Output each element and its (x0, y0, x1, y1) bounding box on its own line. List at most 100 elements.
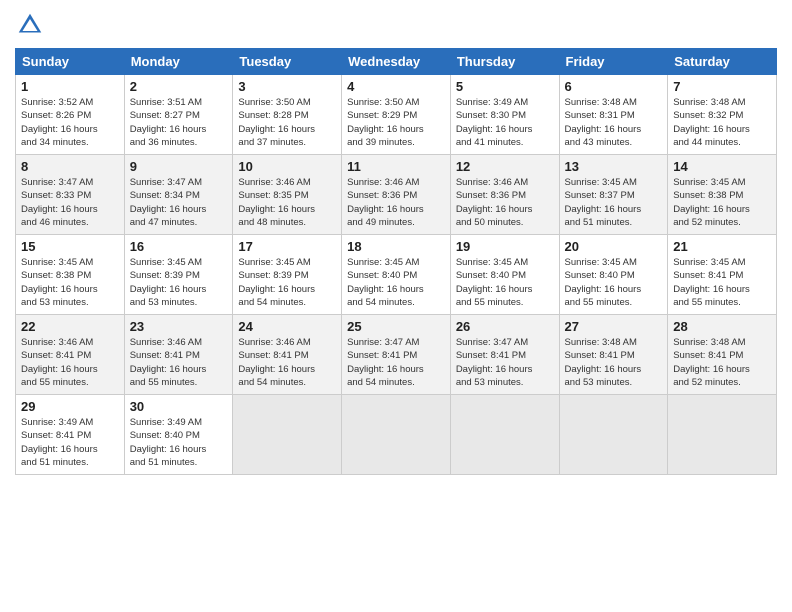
day-info: Sunrise: 3:46 AM Sunset: 8:41 PM Dayligh… (130, 336, 228, 389)
day-info: Sunrise: 3:48 AM Sunset: 8:41 PM Dayligh… (565, 336, 663, 389)
day-cell: 18Sunrise: 3:45 AM Sunset: 8:40 PM Dayli… (342, 235, 451, 315)
day-number: 19 (456, 239, 554, 254)
day-info: Sunrise: 3:51 AM Sunset: 8:27 PM Dayligh… (130, 96, 228, 149)
page: SundayMondayTuesdayWednesdayThursdayFrid… (0, 0, 792, 612)
logo (15, 10, 49, 40)
day-cell (450, 395, 559, 475)
day-cell: 1 Sunrise: 3:52 AM Sunset: 8:26 PM Daylig… (16, 75, 125, 155)
day-header-sunday: Sunday (16, 49, 125, 75)
day-cell (668, 395, 777, 475)
day-cell: 2 Sunrise: 3:51 AM Sunset: 8:27 PM Daylig… (124, 75, 233, 155)
header-row: SundayMondayTuesdayWednesdayThursdayFrid… (16, 49, 777, 75)
day-cell: 27Sunrise: 3:48 AM Sunset: 8:41 PM Dayli… (559, 315, 668, 395)
day-info: Sunrise: 3:47 AM Sunset: 8:33 PM Dayligh… (21, 176, 119, 229)
day-number: 14 (673, 159, 771, 174)
day-cell (233, 395, 342, 475)
header (15, 10, 777, 40)
day-number: 28 (673, 319, 771, 334)
day-info: Sunrise: 3:45 AM Sunset: 8:38 PM Dayligh… (21, 256, 119, 309)
day-header-wednesday: Wednesday (342, 49, 451, 75)
day-cell: 10 Sunrise: 3:46 AM Sunset: 8:35 PM Dayli… (233, 155, 342, 235)
week-row-3: 15 Sunrise: 3:45 AM Sunset: 8:38 PM Dayli… (16, 235, 777, 315)
week-row-1: 1 Sunrise: 3:52 AM Sunset: 8:26 PM Daylig… (16, 75, 777, 155)
day-cell: 3 Sunrise: 3:50 AM Sunset: 8:28 PM Daylig… (233, 75, 342, 155)
day-number: 7 (673, 79, 771, 94)
day-number: 17 (238, 239, 336, 254)
day-cell: 20 Sunrise: 3:45 AM Sunset: 8:40 PM Dayli… (559, 235, 668, 315)
day-cell: 23 Sunrise: 3:46 AM Sunset: 8:41 PM Dayli… (124, 315, 233, 395)
logo-icon (15, 10, 45, 40)
day-number: 11 (347, 159, 445, 174)
day-info: Sunrise: 3:46 AM Sunset: 8:36 PM Dayligh… (456, 176, 554, 229)
calendar: SundayMondayTuesdayWednesdayThursdayFrid… (15, 48, 777, 475)
day-cell: 12 Sunrise: 3:46 AM Sunset: 8:36 PM Dayli… (450, 155, 559, 235)
day-cell: 9 Sunrise: 3:47 AM Sunset: 8:34 PM Daylig… (124, 155, 233, 235)
day-cell: 14 Sunrise: 3:45 AM Sunset: 8:38 PM Dayli… (668, 155, 777, 235)
day-info: Sunrise: 3:46 AM Sunset: 8:35 PM Dayligh… (238, 176, 336, 229)
day-cell (559, 395, 668, 475)
day-info: Sunrise: 3:45 AM Sunset: 8:40 PM Dayligh… (347, 256, 445, 309)
day-info: Sunrise: 3:45 AM Sunset: 8:41 PM Dayligh… (673, 256, 771, 309)
day-info: Sunrise: 3:45 AM Sunset: 8:40 PM Dayligh… (565, 256, 663, 309)
week-row-5: 29 Sunrise: 3:49 AM Sunset: 8:41 PM Dayli… (16, 395, 777, 475)
day-cell: 24 Sunrise: 3:46 AM Sunset: 8:41 PM Dayli… (233, 315, 342, 395)
day-cell: 19 Sunrise: 3:45 AM Sunset: 8:40 PM Dayli… (450, 235, 559, 315)
day-info: Sunrise: 3:48 AM Sunset: 8:32 PM Dayligh… (673, 96, 771, 149)
day-info: Sunrise: 3:50 AM Sunset: 8:28 PM Dayligh… (238, 96, 336, 149)
day-cell (342, 395, 451, 475)
day-info: Sunrise: 3:45 AM Sunset: 8:38 PM Dayligh… (673, 176, 771, 229)
day-cell: 6Sunrise: 3:48 AM Sunset: 8:31 PM Daylig… (559, 75, 668, 155)
day-number: 1 (21, 79, 119, 94)
day-number: 3 (238, 79, 336, 94)
day-number: 6 (565, 79, 663, 94)
day-info: Sunrise: 3:45 AM Sunset: 8:39 PM Dayligh… (238, 256, 336, 309)
day-cell: 16Sunrise: 3:45 AM Sunset: 8:39 PM Dayli… (124, 235, 233, 315)
day-number: 9 (130, 159, 228, 174)
day-info: Sunrise: 3:48 AM Sunset: 8:41 PM Dayligh… (673, 336, 771, 389)
day-number: 21 (673, 239, 771, 254)
day-number: 10 (238, 159, 336, 174)
day-cell: 7 Sunrise: 3:48 AM Sunset: 8:32 PM Daylig… (668, 75, 777, 155)
day-cell: 17 Sunrise: 3:45 AM Sunset: 8:39 PM Dayli… (233, 235, 342, 315)
day-info: Sunrise: 3:45 AM Sunset: 8:37 PM Dayligh… (565, 176, 663, 229)
day-info: Sunrise: 3:46 AM Sunset: 8:41 PM Dayligh… (238, 336, 336, 389)
day-cell: 4 Sunrise: 3:50 AM Sunset: 8:29 PM Daylig… (342, 75, 451, 155)
day-number: 12 (456, 159, 554, 174)
day-number: 5 (456, 79, 554, 94)
day-header-tuesday: Tuesday (233, 49, 342, 75)
day-header-monday: Monday (124, 49, 233, 75)
day-info: Sunrise: 3:46 AM Sunset: 8:36 PM Dayligh… (347, 176, 445, 229)
day-number: 25 (347, 319, 445, 334)
day-header-thursday: Thursday (450, 49, 559, 75)
day-info: Sunrise: 3:47 AM Sunset: 8:41 PM Dayligh… (456, 336, 554, 389)
day-number: 22 (21, 319, 119, 334)
day-info: Sunrise: 3:50 AM Sunset: 8:29 PM Dayligh… (347, 96, 445, 149)
day-number: 26 (456, 319, 554, 334)
day-number: 2 (130, 79, 228, 94)
day-info: Sunrise: 3:47 AM Sunset: 8:41 PM Dayligh… (347, 336, 445, 389)
day-number: 8 (21, 159, 119, 174)
day-number: 20 (565, 239, 663, 254)
day-info: Sunrise: 3:46 AM Sunset: 8:41 PM Dayligh… (21, 336, 119, 389)
day-cell: 13 Sunrise: 3:45 AM Sunset: 8:37 PM Dayli… (559, 155, 668, 235)
day-cell: 15 Sunrise: 3:45 AM Sunset: 8:38 PM Dayli… (16, 235, 125, 315)
day-number: 29 (21, 399, 119, 414)
week-row-2: 8 Sunrise: 3:47 AM Sunset: 8:33 PM Daylig… (16, 155, 777, 235)
day-header-friday: Friday (559, 49, 668, 75)
day-info: Sunrise: 3:49 AM Sunset: 8:30 PM Dayligh… (456, 96, 554, 149)
day-info: Sunrise: 3:49 AM Sunset: 8:41 PM Dayligh… (21, 416, 119, 469)
day-info: Sunrise: 3:45 AM Sunset: 8:40 PM Dayligh… (456, 256, 554, 309)
day-info: Sunrise: 3:45 AM Sunset: 8:39 PM Dayligh… (130, 256, 228, 309)
day-number: 24 (238, 319, 336, 334)
day-cell: 11 Sunrise: 3:46 AM Sunset: 8:36 PM Dayli… (342, 155, 451, 235)
day-info: Sunrise: 3:47 AM Sunset: 8:34 PM Dayligh… (130, 176, 228, 229)
day-cell: 5 Sunrise: 3:49 AM Sunset: 8:30 PM Daylig… (450, 75, 559, 155)
day-cell: 29 Sunrise: 3:49 AM Sunset: 8:41 PM Dayli… (16, 395, 125, 475)
day-number: 23 (130, 319, 228, 334)
day-number: 13 (565, 159, 663, 174)
day-cell: 8 Sunrise: 3:47 AM Sunset: 8:33 PM Daylig… (16, 155, 125, 235)
day-number: 15 (21, 239, 119, 254)
day-info: Sunrise: 3:52 AM Sunset: 8:26 PM Dayligh… (21, 96, 119, 149)
day-cell: 26 Sunrise: 3:47 AM Sunset: 8:41 PM Dayli… (450, 315, 559, 395)
day-number: 4 (347, 79, 445, 94)
